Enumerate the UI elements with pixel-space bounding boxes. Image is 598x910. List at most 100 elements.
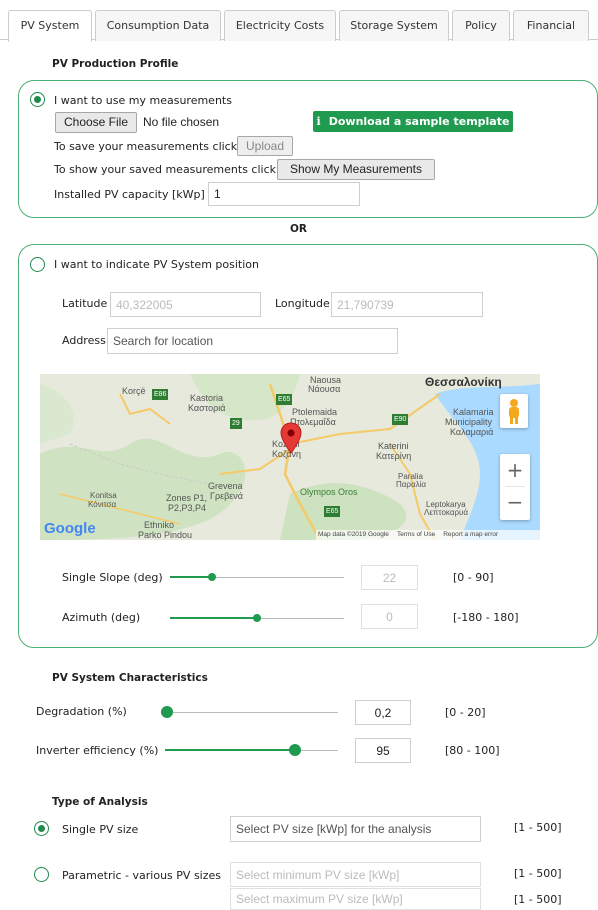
tab-consumption-data[interactable]: Consumption Data bbox=[95, 10, 221, 41]
location-pin-icon[interactable] bbox=[280, 422, 302, 454]
map-label-konitsa-gr: Κόνιτσα bbox=[88, 500, 117, 509]
map-label-kastoria: Kastoria bbox=[190, 393, 224, 403]
latitude-label: Latitude bbox=[62, 297, 108, 310]
section-title-type-of-analysis: Type of Analysis bbox=[52, 796, 148, 808]
longitude-input[interactable]: 21,790739 bbox=[331, 292, 483, 317]
tab-electricity-costs[interactable]: Electricity Costs bbox=[224, 10, 336, 41]
latitude-input[interactable]: 40,322005 bbox=[110, 292, 261, 317]
road-shield-e86: E86 bbox=[152, 389, 169, 400]
inverter-slider-fill bbox=[165, 749, 295, 751]
download-template-label: Download a sample template bbox=[328, 115, 510, 128]
address-label: Address bbox=[62, 334, 106, 347]
zoom-out-button[interactable]: − bbox=[500, 487, 530, 519]
map-label-kastoria-gr: Καστοριά bbox=[188, 403, 226, 413]
map-label-parko-pindou: Parko Pindou bbox=[138, 530, 193, 540]
google-logo: Google bbox=[44, 520, 96, 537]
radio-indicate-position[interactable] bbox=[30, 257, 45, 272]
map-label-korce: Korçë bbox=[122, 386, 146, 396]
map-label-zones-1: Zones P1, bbox=[166, 493, 208, 503]
choose-file-button[interactable]: Choose File bbox=[55, 112, 137, 133]
parametric-label: Parametric - various PV sizes bbox=[62, 869, 222, 882]
address-search-input[interactable]: Search for location bbox=[107, 328, 398, 354]
inverter-slider-handle[interactable] bbox=[288, 744, 301, 756]
tab-pv-system[interactable]: PV System bbox=[8, 10, 92, 42]
map-label-paralia-gr: Παραλία bbox=[396, 480, 426, 489]
file-status-text: No file chosen bbox=[143, 115, 220, 129]
radio-single-pv-size[interactable] bbox=[34, 821, 49, 836]
slope-slider-handle[interactable] bbox=[207, 573, 216, 581]
upload-button[interactable]: Upload bbox=[237, 136, 293, 156]
tab-policy[interactable]: Policy bbox=[452, 10, 510, 41]
option-measurements-label: I want to use my measurements bbox=[54, 94, 232, 107]
map-report-link[interactable]: Report a map error bbox=[443, 530, 498, 540]
map-attribution: Map data ©2019 Google bbox=[318, 531, 389, 538]
slope-slider-fill bbox=[170, 576, 212, 578]
map-label-zones-2: P2,P3,P4 bbox=[168, 503, 207, 513]
degradation-label: Degradation (%) bbox=[36, 705, 127, 718]
capacity-input[interactable]: 1 bbox=[208, 182, 360, 206]
section-title-pv-production-profile: PV Production Profile bbox=[52, 58, 179, 70]
degradation-value-input[interactable]: 0,2 bbox=[355, 700, 411, 725]
inverter-value-input[interactable]: 95 bbox=[355, 738, 411, 763]
road-shield-e65-south: E65 bbox=[324, 506, 341, 517]
parametric-min-range: [1 - 500] bbox=[514, 867, 562, 880]
azimuth-label: Azimuth (deg) bbox=[62, 611, 141, 624]
road-shield-29: 29 bbox=[230, 418, 242, 429]
tab-bar: PV System Consumption Data Electricity C… bbox=[0, 0, 598, 42]
azimuth-range: [-180 - 180] bbox=[453, 611, 519, 624]
degradation-slider-handle[interactable] bbox=[160, 706, 173, 718]
slope-value-input[interactable]: 22 bbox=[361, 565, 418, 590]
radio-use-measurements[interactable] bbox=[30, 92, 45, 107]
radio-parametric[interactable] bbox=[34, 867, 49, 882]
map-label-ptolemaida: Ptolemaida bbox=[292, 407, 338, 417]
tab-financial[interactable]: Financial bbox=[513, 10, 589, 41]
azimuth-value-input[interactable]: 0 bbox=[361, 604, 418, 629]
show-my-measurements-button[interactable]: Show My Measurements bbox=[277, 159, 435, 180]
zoom-in-button[interactable]: + bbox=[500, 454, 530, 486]
show-measurements-text: To show your saved measurements click bbox=[54, 163, 277, 176]
slope-range: [0 - 90] bbox=[453, 571, 494, 584]
map-label-olympos: Olympos Oros bbox=[300, 487, 358, 497]
slope-label: Single Slope (deg) bbox=[62, 571, 163, 584]
azimuth-slider-handle[interactable] bbox=[253, 614, 261, 622]
parametric-max-range: [1 - 500] bbox=[514, 893, 562, 906]
map-attribution-bar: Map data ©2019 Google Terms of Use Repor… bbox=[316, 530, 540, 540]
map-label-kalamaria-gr: Καλαμαριά bbox=[450, 427, 494, 437]
save-measurements-text: To save your measurements click bbox=[54, 140, 238, 153]
location-map[interactable]: Korçë Kastoria Καστοριά Naousa Νάουσα Θε… bbox=[40, 374, 540, 540]
road-shield-e65: E65 bbox=[276, 394, 293, 405]
longitude-label: Longitude bbox=[275, 297, 330, 310]
inverter-label: Inverter efficiency (%) bbox=[36, 744, 159, 757]
single-pv-size-range: [1 - 500] bbox=[514, 821, 562, 834]
map-label-leptokarya-gr: Λεπτοκαρυά bbox=[424, 508, 469, 517]
single-pv-size-label: Single PV size bbox=[62, 823, 139, 836]
map-label-naousa-gr: Νάουσα bbox=[308, 384, 341, 394]
parametric-min-input[interactable]: Select minimum PV size [kWp] bbox=[230, 862, 481, 887]
parametric-max-input[interactable]: Select maximum PV size [kWp] bbox=[230, 888, 481, 910]
map-label-kalamaria: Kalamaria bbox=[453, 407, 494, 417]
map-label-konitsa: Konitsa bbox=[90, 491, 117, 500]
street-view-pegman-icon[interactable] bbox=[500, 394, 528, 428]
map-label-thessaloniki: Θεσσαλονίκη bbox=[425, 375, 502, 389]
map-label-katerini-gr: Κατερίνη bbox=[376, 451, 412, 461]
road-shield-e90: E90 bbox=[392, 414, 409, 425]
degradation-range: [0 - 20] bbox=[445, 706, 486, 719]
section-title-pv-characteristics: PV System Characteristics bbox=[52, 672, 208, 684]
map-terms-link[interactable]: Terms of Use bbox=[397, 530, 435, 540]
map-label-municipality: Municipality bbox=[445, 417, 493, 427]
map-label-grevena-gr: Γρεβενά bbox=[210, 491, 243, 501]
map-label-ethniko: Ethniko bbox=[144, 520, 175, 530]
info-icon: i bbox=[316, 115, 321, 128]
map-label-katerini: Katerini bbox=[378, 441, 409, 451]
capacity-label: Installed PV capacity [kWp] bbox=[54, 188, 205, 201]
single-pv-size-input[interactable]: Select PV size [kWp] for the analysis bbox=[230, 816, 481, 842]
inverter-range: [80 - 100] bbox=[445, 744, 500, 757]
or-separator: OR bbox=[290, 223, 308, 235]
zoom-controls: + − bbox=[500, 454, 530, 520]
degradation-slider-track[interactable] bbox=[165, 712, 338, 713]
download-template-button[interactable]: i Download a sample template bbox=[313, 111, 513, 132]
tab-storage-system[interactable]: Storage System bbox=[339, 10, 449, 41]
azimuth-slider-fill bbox=[170, 617, 257, 619]
option-position-label: I want to indicate PV System position bbox=[54, 258, 259, 271]
map-label-grevena: Grevena bbox=[208, 481, 243, 491]
